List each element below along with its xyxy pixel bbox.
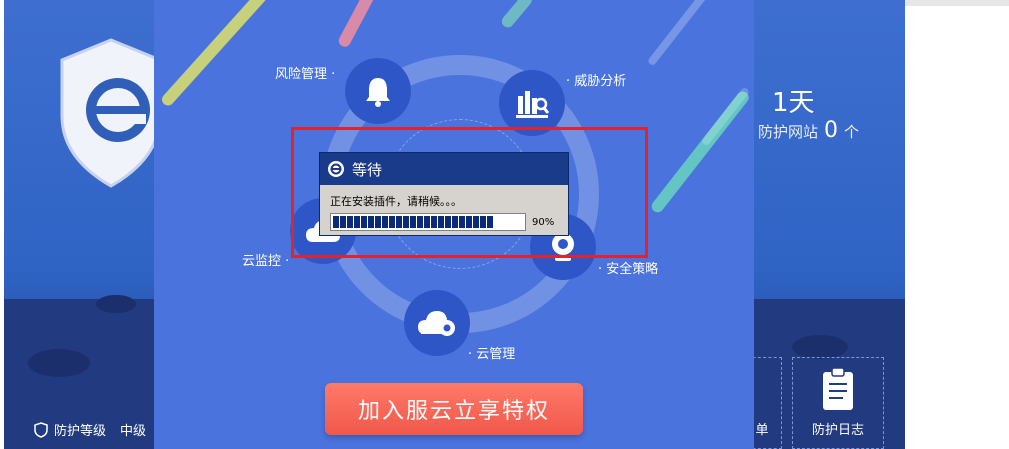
progress-segment [480,216,486,228]
progress-segment [354,216,360,228]
dialog-title: 等待 [352,160,383,179]
progress-bar [330,213,526,231]
crater [792,335,848,359]
app-logo-icon [328,161,344,177]
progress-segment [466,216,472,228]
progress-segment [452,216,458,228]
progress-segment [389,216,395,228]
progress-segment [340,216,346,228]
bell-icon [366,78,390,107]
protection-level-value: 中级 [120,424,147,439]
decor-streak [700,86,751,147]
shield-small-icon [34,421,48,438]
progress-segment [410,216,416,228]
protection-log-label: 防护日志 [811,423,864,438]
progress-segment [375,216,381,228]
progress-segment [368,216,374,228]
progress-segment [459,216,465,228]
protection-level-label: 防护等级 [54,424,107,439]
progress-segment [417,216,423,228]
progress-segment [347,216,353,228]
cloud-gear-icon [418,311,455,336]
cloud-management-label: · 云管理 [468,347,516,362]
risk-management-label: 风险管理 · [275,67,336,82]
join-cloud-privilege-button[interactable]: 加入服云立享特权 [325,383,583,435]
progress-segment [333,216,339,228]
protection-days: 1天 [772,88,815,118]
progress-segment [431,216,437,228]
decor-streak [159,0,269,109]
progress-percent: 90% [532,216,555,228]
crater [28,349,90,377]
progress-segment [473,216,479,228]
progress-segment [445,216,451,228]
decor-streak [646,0,721,67]
progress-segment [396,216,402,228]
shield-logo-icon [60,38,162,188]
clipboard-icon [823,367,853,410]
progress-segment [403,216,409,228]
risk-management-node[interactable] [345,58,411,124]
analysis-icon [516,91,550,118]
decor-streak [499,0,535,30]
protected-sites-unit: 个 [844,123,860,141]
window-edge-strip [905,0,1009,6]
install-progress: 90% [330,213,554,231]
progress-segment [382,216,388,228]
progress-segment [424,216,430,228]
security-policy-label: · 安全策略 [598,262,659,277]
crater [96,295,136,313]
protected-sites-stat: 防护网站 0 个 [758,118,859,143]
dialog-message: 正在安装插件，请稍候。。。 [330,195,462,208]
cloud-monitor-label: 云监控 · [242,254,290,269]
wait-dialog: 等待 正在安装插件，请稍候。。。 90% [319,152,569,236]
protected-sites-count: 0 [824,118,839,143]
progress-segment [438,216,444,228]
threat-analysis-label: · 威胁分析 [566,74,627,89]
progress-segment [361,216,367,228]
protection-level-status: 防护等级 中级 [34,420,146,439]
decor-streak [336,0,381,49]
progress-segment [487,216,493,228]
dialog-titlebar[interactable]: 等待 [320,153,568,185]
protected-sites-label: 防护网站 [758,123,819,141]
cloud-management-node[interactable] [404,290,470,356]
protection-log-button[interactable]: 防护日志 [792,357,884,449]
